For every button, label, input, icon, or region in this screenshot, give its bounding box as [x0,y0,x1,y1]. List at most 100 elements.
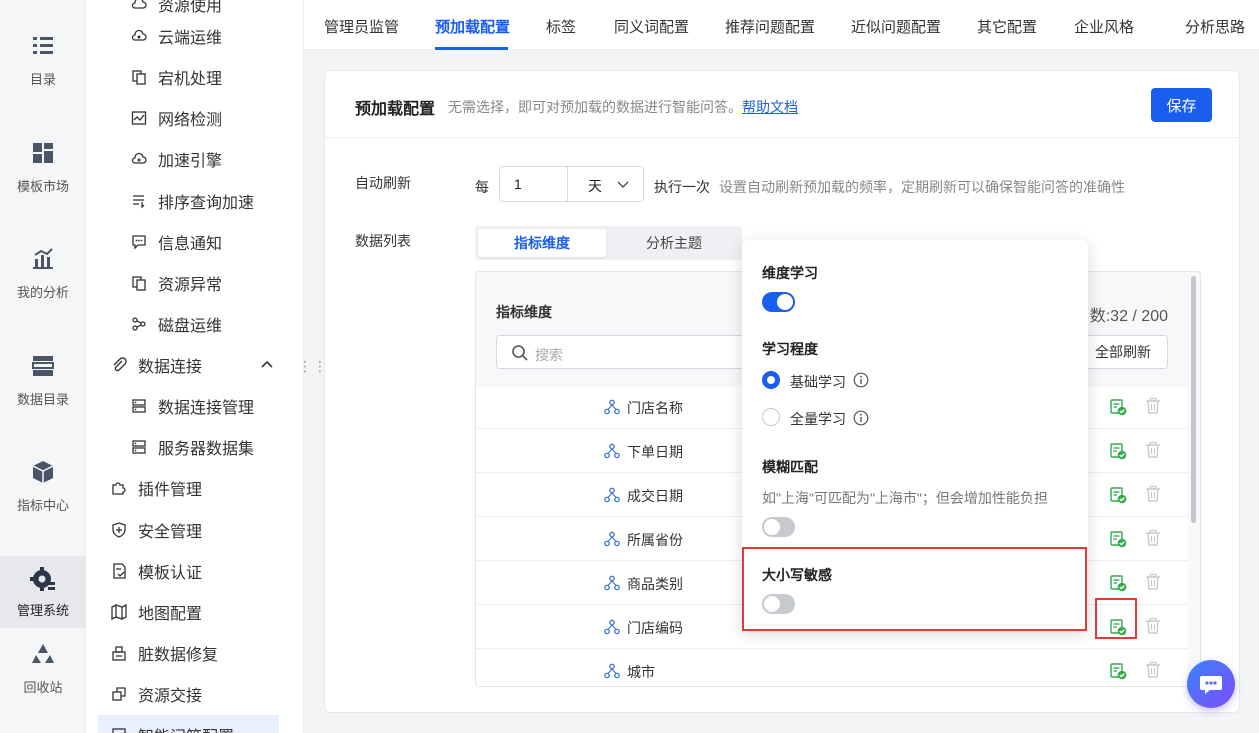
menu-item-notification[interactable]: 信息通知 [86,222,303,262]
menu-label: 插件管理 [138,482,203,499]
refresh-data-icon[interactable] [1109,398,1127,416]
menu-label: 服务器数据集 [158,441,255,458]
chevron-up-icon[interactable] [260,357,274,371]
unit-select-value[interactable]: 天 [588,176,602,196]
copy-icon [130,68,148,86]
highlight-case-sensitive [742,547,1087,631]
trash-icon[interactable] [1144,661,1162,679]
fuzzy-match-toggle[interactable] [762,517,795,537]
radio-label: 全量学习 [790,411,846,427]
menu-item-downtime[interactable]: 宕机处理 [86,57,303,97]
refresh-data-icon[interactable] [1109,486,1127,504]
radio-basic-learning[interactable] [762,371,780,389]
nav-my-analysis[interactable]: 我的分析 [0,223,86,323]
menu-item-map-config[interactable]: 地图配置 [86,592,303,632]
tab-analysis-ideas[interactable]: 分析思路 [1185,16,1245,37]
cloud-icon [130,0,148,13]
grid-icon [33,142,53,163]
gear-icon [30,566,55,591]
dimension-name: 成交日期 [627,488,683,504]
menu-item-disk-ops[interactable]: 磁盘运维 [86,304,303,344]
menu-label: 资源异常 [158,277,223,294]
menu-item-template-cert[interactable]: 模板认证 [86,551,303,591]
chat-assistant-button[interactable] [1187,660,1235,708]
swap-icon [110,685,128,703]
nav-recycle-bin[interactable]: 回收站 [0,620,86,716]
search-input[interactable]: 搜索 [496,335,766,369]
cloud-icon [130,27,148,45]
dim-learning-toggle[interactable] [762,292,795,312]
radio-full-learning[interactable] [762,408,780,426]
radio-label: 基础学习 [790,374,846,390]
item-count: 数:32 / 200 [1089,308,1168,325]
dimension-name: 门店编码 [627,620,683,636]
info-icon[interactable] [853,410,869,426]
data-list-label: 数据列表 [355,233,411,249]
trash-icon[interactable] [1144,441,1162,459]
tab-analysis-topic[interactable]: 分析主题 [609,229,739,257]
tab-tags[interactable]: 标签 [546,16,576,37]
refresh-frequency-input[interactable]: 1 天 [499,166,644,202]
dimension-name: 下单日期 [627,444,683,460]
menu-item-data-conn-mgmt[interactable]: 数据连接管理 [86,386,303,426]
config-tabs: 管理员监管 预加载配置 标签 同义词配置 推荐问题配置 近似问题配置 其它配置 … [304,0,1259,50]
tab-recommend-config[interactable]: 推荐问题配置 [725,16,815,37]
dimension-icon [604,575,620,591]
menu-item-server-dataset[interactable]: 服务器数据集 [86,427,303,467]
menu-item-security-mgmt[interactable]: 安全管理 [86,510,303,550]
tab-preload-config[interactable]: 预加载配置 [435,16,510,37]
nav-admin-system[interactable]: 管理系统 [0,556,86,628]
menu-item-dirty-data[interactable]: 脏数据修复 [86,633,303,673]
trash-icon[interactable] [1144,485,1162,503]
menu-item-resource-anomaly[interactable]: 资源异常 [86,263,303,303]
trash-icon[interactable] [1144,529,1162,547]
refresh-all-button[interactable]: 全部刷新 [1078,335,1168,369]
description-text: 无需选择，即可对预加载的数据进行智能问答。 [448,99,742,115]
trash-icon[interactable] [1144,617,1162,635]
nav-template-market[interactable]: 模板市场 [0,117,86,217]
nav-data-catalog[interactable]: 数据目录 [0,330,86,430]
menu-item-plugin-mgmt[interactable]: 插件管理 [86,468,303,508]
dimension-icon [604,399,620,415]
save-button[interactable]: 保存 [1151,88,1212,122]
refresh-data-icon[interactable] [1109,530,1127,548]
menu-item-accel-engine[interactable]: 加速引擎 [86,139,303,179]
menu-item-sort-query[interactable]: 排序查询加速 [86,181,303,221]
menu-item-cloud-ops[interactable]: 云端运维 [86,16,303,56]
help-doc-link[interactable]: 帮助文档 [742,99,798,115]
chart-icon [33,247,53,269]
server-icon [130,397,148,415]
tab-metric-dimension[interactable]: 指标维度 [478,229,606,257]
trash-icon[interactable] [1144,573,1162,591]
dimension-icon [604,487,620,503]
chevron-down-icon[interactable] [616,177,630,191]
tab-synonym-config[interactable]: 同义词配置 [614,16,689,37]
tab-similar-config[interactable]: 近似问题配置 [851,16,941,37]
refresh-data-icon[interactable] [1109,442,1127,460]
menu-item-qa-config[interactable]: 智能问答配置 [98,715,279,733]
menu-item-network-check[interactable]: 网络检测 [86,98,303,138]
nav-label: 模板市场 [16,178,69,194]
tab-enterprise-style[interactable]: 企业风格 [1074,16,1134,37]
auto-refresh-label: 自动刷新 [355,175,411,191]
cube-icon [32,460,54,483]
menu-label: 磁盘运维 [158,318,223,335]
tab-admin-supervision[interactable]: 管理员监管 [324,16,399,37]
document-check-icon [110,562,128,580]
info-icon[interactable] [853,372,869,388]
refresh-data-icon[interactable] [1109,662,1127,680]
refresh-data-icon[interactable] [1109,574,1127,592]
nav-catalog[interactable]: 目录 [0,10,86,110]
list-icon [33,36,53,54]
repair-icon [110,644,128,662]
menu-item-resource-handover[interactable]: 资源交接 [86,674,303,714]
list-scrollbar-thumb[interactable] [1191,276,1196,523]
tab-other-config[interactable]: 其它配置 [977,16,1037,37]
trash-icon[interactable] [1144,397,1162,415]
search-icon [512,345,528,361]
divider [567,167,568,201]
menu-label: 数据连接管理 [158,400,255,417]
nav-metric-center[interactable]: 指标中心 [0,436,86,536]
menu-label: 加速引擎 [158,153,223,170]
menu-group-data-connection[interactable]: 数据连接 [86,345,303,385]
